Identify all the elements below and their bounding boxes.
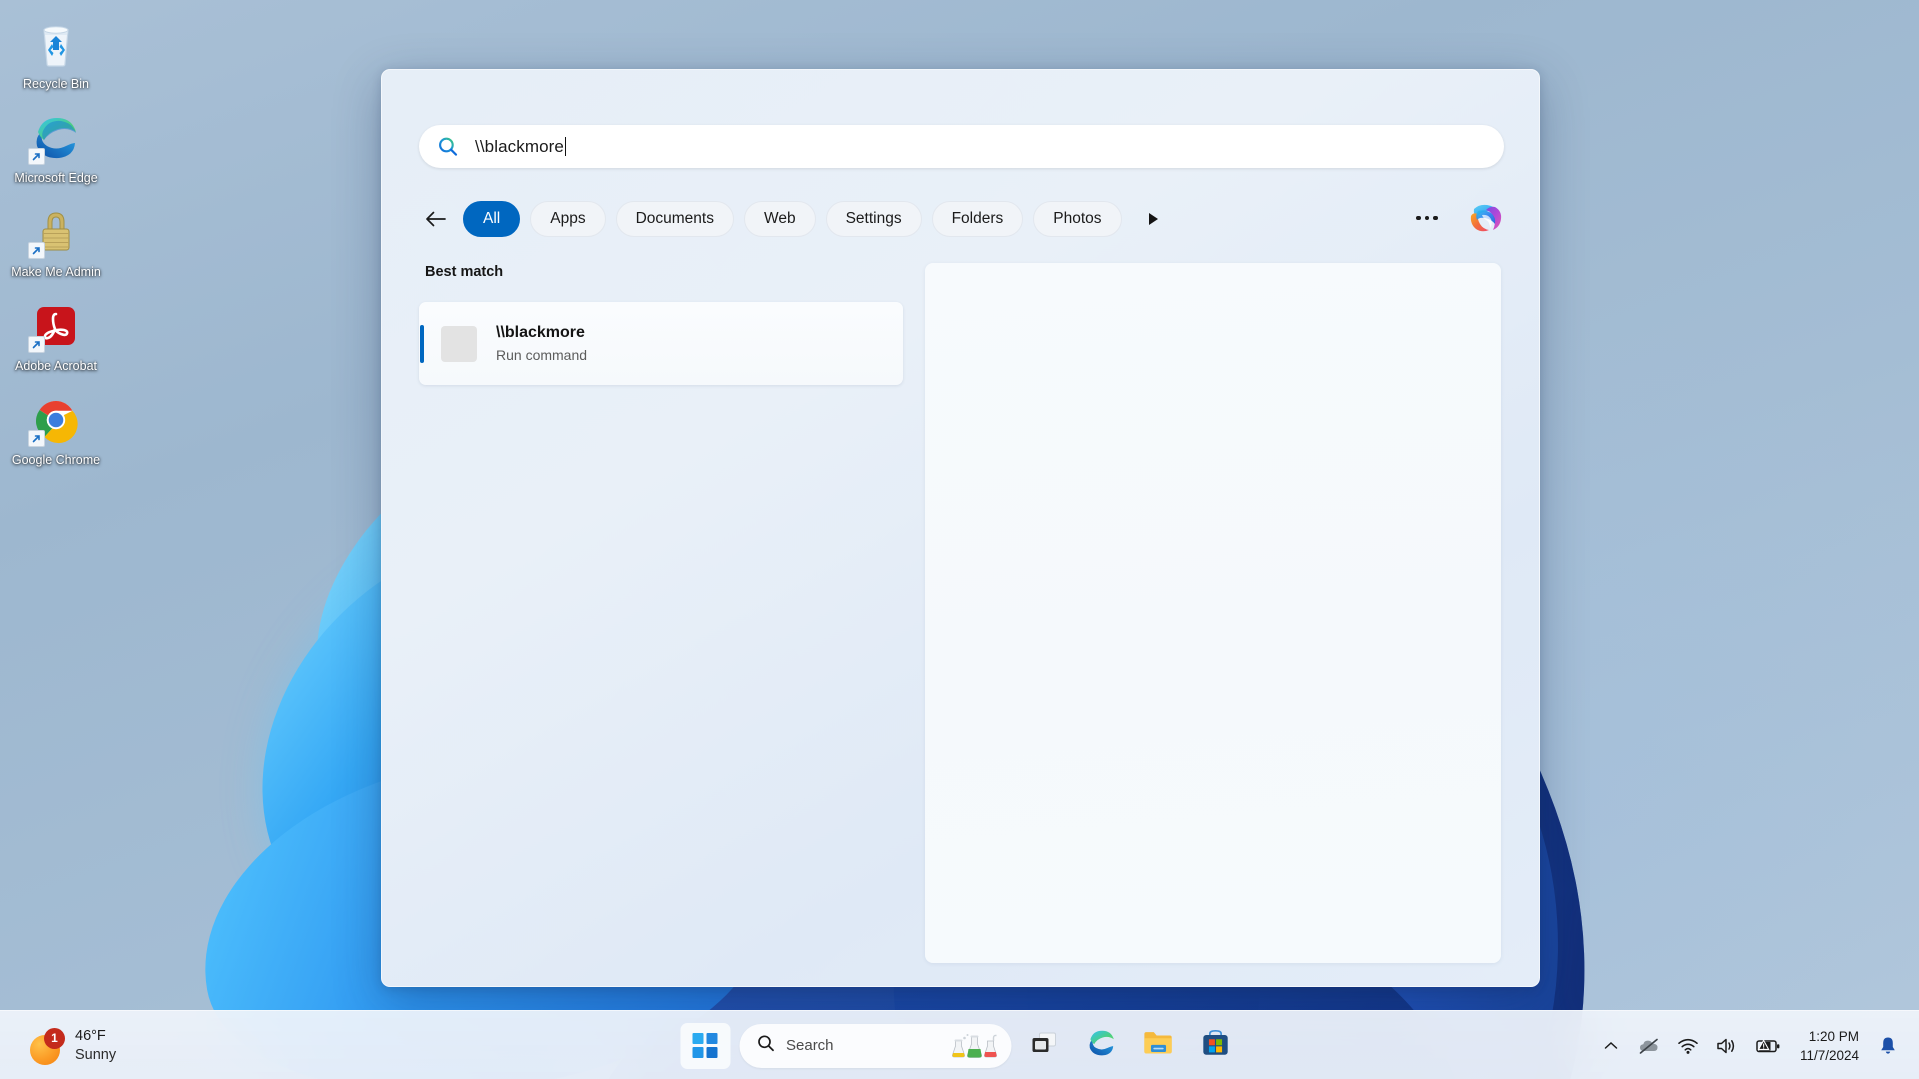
desktop-icon-make-me-admin[interactable]: Make Me Admin bbox=[0, 200, 112, 288]
desktop-icon-microsoft-edge[interactable]: Microsoft Edge bbox=[0, 106, 112, 194]
taskbar-app-file-explorer[interactable] bbox=[1134, 1022, 1182, 1070]
filter-label: All bbox=[483, 210, 501, 227]
desktop-icon-label: Recycle Bin bbox=[23, 77, 89, 91]
notification-badge: 1 bbox=[44, 1027, 65, 1049]
search-result-item[interactable]: \\blackmore Run command bbox=[419, 302, 903, 385]
best-match-header: Best match bbox=[425, 264, 504, 280]
search-input-value: \\blackmore bbox=[475, 137, 567, 157]
windows-logo-icon bbox=[692, 1033, 718, 1058]
result-title: \\blackmore bbox=[496, 324, 585, 341]
adobe-acrobat-icon bbox=[28, 300, 82, 353]
clock[interactable]: 1:20 PM 11/7/2024 bbox=[1790, 1023, 1869, 1069]
padlock-icon bbox=[28, 206, 82, 259]
panel-action-group bbox=[1409, 198, 1505, 238]
desktop-icon-label: Make Me Admin bbox=[11, 265, 101, 279]
desktop-icon-recycle-bin[interactable]: Recycle Bin bbox=[0, 12, 112, 100]
shortcut-overlay-icon bbox=[28, 242, 45, 259]
search-filter-documents[interactable]: Documents bbox=[615, 201, 734, 237]
text-cursor bbox=[564, 137, 567, 156]
clock-time: 1:20 PM bbox=[1808, 1028, 1859, 1044]
filter-label: Settings bbox=[845, 210, 902, 227]
recycle-bin-icon bbox=[30, 18, 82, 70]
desktop[interactable]: Recycle Bin Microsoft Edge Make Me Admin… bbox=[0, 0, 1919, 1079]
microsoft-edge-icon bbox=[28, 112, 82, 165]
microsoft-edge-icon bbox=[1085, 1027, 1117, 1064]
desktop-icon-google-chrome[interactable]: Google Chrome bbox=[0, 388, 112, 476]
selection-accent-bar bbox=[420, 325, 424, 363]
clock-date: 11/7/2024 bbox=[1799, 1047, 1859, 1063]
google-chrome-icon bbox=[28, 394, 82, 447]
taskbar: 1 46°F Sunny Search 1:20 PM 11/7/2024 bbox=[0, 1010, 1919, 1079]
more-options-icon[interactable] bbox=[1409, 200, 1445, 236]
system-tray: 1:20 PM 11/7/2024 bbox=[1594, 1011, 1905, 1079]
search-preview-pane bbox=[925, 263, 1501, 963]
taskbar-search-placeholder: Search bbox=[786, 1037, 834, 1054]
search-filter-all[interactable]: All bbox=[463, 201, 521, 237]
search-highlight-icon bbox=[949, 1032, 1001, 1060]
search-icon bbox=[437, 136, 459, 158]
filter-label: Folders bbox=[951, 210, 1004, 227]
search-filter-folders[interactable]: Folders bbox=[931, 201, 1024, 237]
taskbar-app-microsoft-edge[interactable] bbox=[1077, 1022, 1125, 1070]
battery-warning-icon[interactable] bbox=[1748, 1023, 1788, 1069]
search-icon bbox=[756, 1034, 775, 1058]
taskbar-center-group: Search bbox=[680, 1011, 1239, 1079]
search-filter-bar: All Apps Documents Web Settings Folders … bbox=[419, 194, 1504, 244]
taskbar-search-box[interactable]: Search bbox=[739, 1023, 1011, 1068]
taskbar-app-task-view[interactable] bbox=[1020, 1022, 1068, 1070]
back-arrow-icon[interactable] bbox=[419, 202, 453, 236]
filter-label: Documents bbox=[635, 210, 714, 227]
search-filter-web[interactable]: Web bbox=[743, 201, 816, 237]
search-filter-apps[interactable]: Apps bbox=[530, 201, 606, 237]
shortcut-overlay-icon bbox=[28, 148, 45, 165]
weather-condition: Sunny bbox=[75, 1046, 117, 1063]
result-subtitle: Run command bbox=[496, 347, 588, 363]
windows-search-panel: \\blackmore All Apps Documents Web Setti… bbox=[381, 69, 1540, 987]
desktop-icon-label: Microsoft Edge bbox=[14, 171, 98, 185]
microsoft-store-icon bbox=[1200, 1028, 1230, 1063]
task-view-icon bbox=[1029, 1030, 1059, 1061]
taskbar-app-microsoft-store[interactable] bbox=[1191, 1022, 1239, 1070]
chevron-up-icon[interactable] bbox=[1594, 1023, 1628, 1069]
wifi-icon[interactable] bbox=[1670, 1023, 1706, 1069]
search-filter-photos[interactable]: Photos bbox=[1033, 201, 1122, 237]
sun-icon: 1 bbox=[30, 1027, 65, 1065]
onedrive-offline-icon[interactable] bbox=[1630, 1023, 1668, 1069]
search-results-column: Best match \\blackmore Run command bbox=[419, 264, 903, 385]
copilot-icon[interactable] bbox=[1465, 198, 1505, 238]
search-filter-settings[interactable]: Settings bbox=[825, 201, 922, 237]
bell-icon[interactable] bbox=[1871, 1023, 1905, 1069]
generic-file-icon bbox=[441, 325, 477, 362]
desktop-icon-label: Google Chrome bbox=[11, 453, 101, 467]
filter-label: Apps bbox=[550, 210, 586, 227]
weather-temperature: 46°F bbox=[75, 1027, 106, 1044]
search-input[interactable]: \\blackmore bbox=[419, 125, 1504, 168]
file-explorer-icon bbox=[1142, 1028, 1174, 1063]
play-arrow-icon[interactable] bbox=[1138, 204, 1168, 234]
desktop-icon-label: Adobe Acrobat bbox=[14, 359, 97, 373]
filter-label: Photos bbox=[1053, 210, 1102, 227]
desktop-icon-grid: Recycle Bin Microsoft Edge Make Me Admin… bbox=[0, 12, 112, 482]
start-button[interactable] bbox=[680, 1022, 730, 1069]
desktop-icon-adobe-acrobat[interactable]: Adobe Acrobat bbox=[0, 294, 112, 382]
volume-icon[interactable] bbox=[1708, 1023, 1746, 1069]
shortcut-overlay-icon bbox=[28, 430, 45, 447]
filter-label: Web bbox=[763, 210, 796, 227]
weather-widget[interactable]: 1 46°F Sunny bbox=[18, 1011, 128, 1079]
shortcut-overlay-icon bbox=[28, 336, 45, 353]
